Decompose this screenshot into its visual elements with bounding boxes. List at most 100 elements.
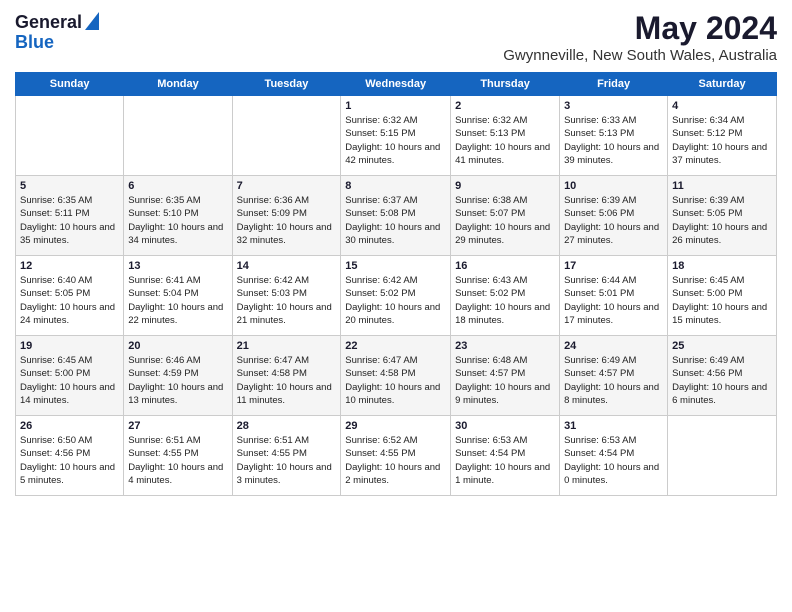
calendar-subtitle: Gwynneville, New South Wales, Australia: [503, 47, 777, 64]
day-info: Sunrise: 6:49 AMSunset: 4:57 PMDaylight:…: [564, 354, 663, 407]
day-number: 26: [20, 420, 119, 432]
calendar-week-row: 12 Sunrise: 6:40 AMSunset: 5:05 PMDayligh…: [16, 256, 777, 336]
day-info: Sunrise: 6:45 AMSunset: 5:00 PMDaylight:…: [20, 354, 119, 407]
col-friday: Friday: [560, 73, 668, 96]
calendar-week-row: 19 Sunrise: 6:45 AMSunset: 5:00 PMDayligh…: [16, 336, 777, 416]
day-number: 17: [564, 260, 663, 272]
day-number: 16: [455, 260, 555, 272]
calendar-cell: 6 Sunrise: 6:35 AMSunset: 5:10 PMDaylight…: [124, 176, 232, 256]
logo: General Blue: [15, 10, 99, 53]
day-info: Sunrise: 6:39 AMSunset: 5:06 PMDaylight:…: [564, 194, 663, 247]
calendar-cell: 17Sunrise: 6:44 AMSunset: 5:01 PMDayligh…: [560, 256, 668, 336]
calendar-cell: 2 Sunrise: 6:32 AMSunset: 5:13 PMDaylight…: [451, 96, 560, 176]
calendar-cell: 19 Sunrise: 6:45 AMSunset: 5:00 PMDayligh…: [16, 336, 124, 416]
calendar-cell: [124, 96, 232, 176]
col-wednesday: Wednesday: [341, 73, 451, 96]
day-number: 7: [237, 180, 337, 192]
calendar-cell: 30Sunrise: 6:53 AMSunset: 4:54 PMDayligh…: [451, 416, 560, 496]
calendar-cell: 10 Sunrise: 6:39 AMSunset: 5:06 PMDayligh…: [560, 176, 668, 256]
day-number: 13: [128, 260, 227, 272]
day-info: Sunrise: 6:47 AMSunset: 4:58 PMDaylight:…: [237, 354, 337, 407]
page: General Blue May 2024 Gwynneville, New S…: [0, 0, 792, 612]
day-number: 21: [237, 340, 337, 352]
day-number: 15: [345, 260, 446, 272]
day-number: 28: [237, 420, 337, 432]
day-number: 20: [128, 340, 227, 352]
col-saturday: Saturday: [668, 73, 777, 96]
calendar-cell: [16, 96, 124, 176]
col-monday: Monday: [124, 73, 232, 96]
calendar-cell: 1Sunrise: 6:32 AMSunset: 5:15 PMDaylight…: [341, 96, 451, 176]
calendar-cell: 4Sunrise: 6:34 AMSunset: 5:12 PMDaylight…: [668, 96, 777, 176]
day-info: Sunrise: 6:40 AMSunset: 5:05 PMDaylight:…: [20, 274, 119, 327]
calendar-title: May 2024: [503, 10, 777, 47]
day-number: 10: [564, 180, 663, 192]
calendar-cell: 15 Sunrise: 6:42 AMSunset: 5:02 PMDayligh…: [341, 256, 451, 336]
calendar-cell: 7 Sunrise: 6:36 AMSunset: 5:09 PMDaylight…: [232, 176, 341, 256]
calendar-cell: [232, 96, 341, 176]
calendar-week-row: 1Sunrise: 6:32 AMSunset: 5:15 PMDaylight…: [16, 96, 777, 176]
calendar-cell: 5Sunrise: 6:35 AMSunset: 5:11 PMDaylight…: [16, 176, 124, 256]
day-info: Sunrise: 6:43 AMSunset: 5:02 PMDaylight:…: [455, 274, 555, 327]
day-number: 30: [455, 420, 555, 432]
day-number: 23: [455, 340, 555, 352]
day-number: 11: [672, 180, 772, 192]
day-number: 24: [564, 340, 663, 352]
logo-general: General: [15, 12, 82, 33]
day-number: 12: [20, 260, 119, 272]
day-info: Sunrise: 6:36 AMSunset: 5:09 PMDaylight:…: [237, 194, 337, 247]
calendar-cell: 8Sunrise: 6:37 AMSunset: 5:08 PMDaylight…: [341, 176, 451, 256]
day-info: Sunrise: 6:39 AMSunset: 5:05 PMDaylight:…: [672, 194, 772, 247]
day-number: 25: [672, 340, 772, 352]
calendar-cell: 12 Sunrise: 6:40 AMSunset: 5:05 PMDayligh…: [16, 256, 124, 336]
day-info: Sunrise: 6:42 AMSunset: 5:03 PMDaylight:…: [237, 274, 337, 327]
title-block: May 2024 Gwynneville, New South Wales, A…: [503, 10, 777, 64]
calendar-cell: 23 Sunrise: 6:48 AMSunset: 4:57 PMDayligh…: [451, 336, 560, 416]
day-number: 29: [345, 420, 446, 432]
day-info: Sunrise: 6:51 AMSunset: 4:55 PMDaylight:…: [128, 434, 227, 487]
calendar-cell: [668, 416, 777, 496]
calendar-cell: 20 Sunrise: 6:46 AMSunset: 4:59 PMDayligh…: [124, 336, 232, 416]
day-info: Sunrise: 6:32 AMSunset: 5:13 PMDaylight:…: [455, 114, 555, 167]
day-info: Sunrise: 6:46 AMSunset: 4:59 PMDaylight:…: [128, 354, 227, 407]
logo-triangle-icon: [85, 12, 99, 35]
day-info: Sunrise: 6:37 AMSunset: 5:08 PMDaylight:…: [345, 194, 446, 247]
col-tuesday: Tuesday: [232, 73, 341, 96]
day-number: 3: [564, 100, 663, 112]
logo-blue: Blue: [15, 32, 54, 53]
day-info: Sunrise: 6:49 AMSunset: 4:56 PMDaylight:…: [672, 354, 772, 407]
day-number: 27: [128, 420, 227, 432]
calendar-cell: 24 Sunrise: 6:49 AMSunset: 4:57 PMDayligh…: [560, 336, 668, 416]
day-info: Sunrise: 6:53 AMSunset: 4:54 PMDaylight:…: [564, 434, 663, 487]
day-info: Sunrise: 6:48 AMSunset: 4:57 PMDaylight:…: [455, 354, 555, 407]
calendar-header-row: Sunday Monday Tuesday Wednesday Thursday…: [16, 73, 777, 96]
calendar-cell: 27 Sunrise: 6:51 AMSunset: 4:55 PMDayligh…: [124, 416, 232, 496]
calendar-cell: 25 Sunrise: 6:49 AMSunset: 4:56 PMDayligh…: [668, 336, 777, 416]
day-info: Sunrise: 6:35 AMSunset: 5:10 PMDaylight:…: [128, 194, 227, 247]
day-info: Sunrise: 6:34 AMSunset: 5:12 PMDaylight:…: [672, 114, 772, 167]
calendar-week-row: 5Sunrise: 6:35 AMSunset: 5:11 PMDaylight…: [16, 176, 777, 256]
day-info: Sunrise: 6:50 AMSunset: 4:56 PMDaylight:…: [20, 434, 119, 487]
day-info: Sunrise: 6:41 AMSunset: 5:04 PMDaylight:…: [128, 274, 227, 327]
col-sunday: Sunday: [16, 73, 124, 96]
calendar-cell: 31Sunrise: 6:53 AMSunset: 4:54 PMDayligh…: [560, 416, 668, 496]
day-info: Sunrise: 6:42 AMSunset: 5:02 PMDaylight:…: [345, 274, 446, 327]
day-number: 22: [345, 340, 446, 352]
day-number: 18: [672, 260, 772, 272]
day-number: 6: [128, 180, 227, 192]
calendar-cell: 28Sunrise: 6:51 AMSunset: 4:55 PMDayligh…: [232, 416, 341, 496]
day-info: Sunrise: 6:45 AMSunset: 5:00 PMDaylight:…: [672, 274, 772, 327]
day-number: 2: [455, 100, 555, 112]
day-info: Sunrise: 6:47 AMSunset: 4:58 PMDaylight:…: [345, 354, 446, 407]
day-info: Sunrise: 6:35 AMSunset: 5:11 PMDaylight:…: [20, 194, 119, 247]
calendar-cell: 29Sunrise: 6:52 AMSunset: 4:55 PMDayligh…: [341, 416, 451, 496]
calendar-cell: 18 Sunrise: 6:45 AMSunset: 5:00 PMDayligh…: [668, 256, 777, 336]
day-number: 14: [237, 260, 337, 272]
calendar-cell: 11 Sunrise: 6:39 AMSunset: 5:05 PMDayligh…: [668, 176, 777, 256]
calendar-cell: 3Sunrise: 6:33 AMSunset: 5:13 PMDaylight…: [560, 96, 668, 176]
calendar-table: Sunday Monday Tuesday Wednesday Thursday…: [15, 72, 777, 496]
day-number: 9: [455, 180, 555, 192]
day-number: 1: [345, 100, 446, 112]
day-number: 19: [20, 340, 119, 352]
day-info: Sunrise: 6:38 AMSunset: 5:07 PMDaylight:…: [455, 194, 555, 247]
